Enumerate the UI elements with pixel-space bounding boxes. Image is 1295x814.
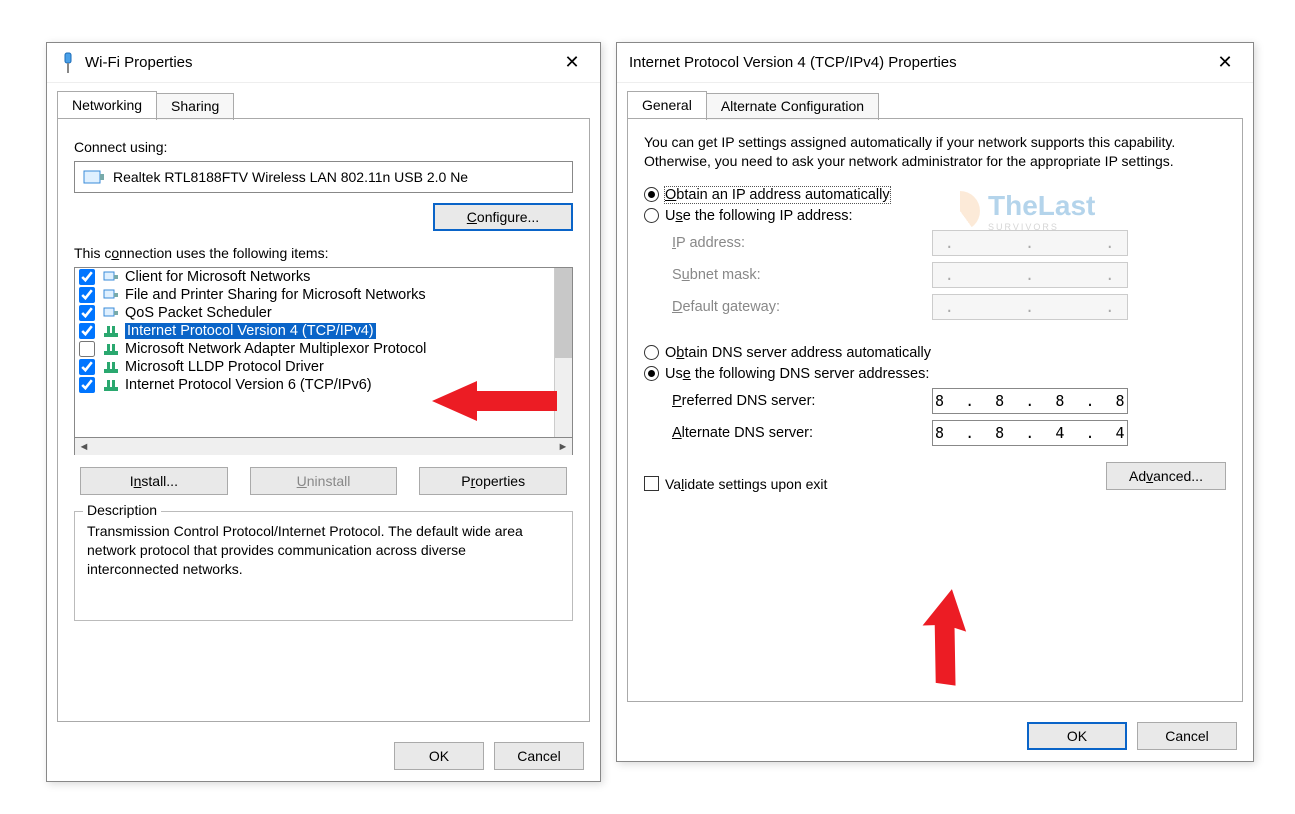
- list-item-label: Microsoft LLDP Protocol Driver: [125, 359, 324, 375]
- radio-ip-manual[interactable]: [644, 208, 659, 223]
- ip-address-input: [932, 230, 1128, 256]
- list-item-checkbox[interactable]: [79, 269, 95, 285]
- subnet-input: [932, 262, 1128, 288]
- close-button[interactable]: ✕: [1205, 52, 1245, 73]
- description-text: Transmission Control Protocol/Internet P…: [87, 522, 560, 579]
- validate-checkbox[interactable]: [644, 476, 659, 491]
- radio-ip-auto-label: Obtain an IP address automatically: [665, 187, 890, 203]
- radio-dns-manual-label: Use the following DNS server addresses:: [665, 366, 929, 382]
- wifi-tabs: Networking Sharing: [57, 91, 600, 118]
- gateway-label: Default gateway:: [672, 299, 932, 315]
- gateway-input: [932, 294, 1128, 320]
- list-item-label: QoS Packet Scheduler: [125, 305, 272, 321]
- tab-networking[interactable]: Networking: [57, 91, 157, 118]
- tab-general[interactable]: General: [627, 91, 707, 118]
- list-item-checkbox[interactable]: [79, 341, 95, 357]
- scroll-right-icon[interactable]: ►: [554, 438, 572, 456]
- radio-dns-manual[interactable]: [644, 366, 659, 381]
- nic-icon: [83, 168, 105, 186]
- radio-ip-auto[interactable]: [644, 187, 659, 202]
- wifi-properties-dialog: Wi-Fi Properties ✕ Networking Sharing Co…: [46, 42, 601, 782]
- list-item-checkbox[interactable]: [79, 305, 95, 321]
- subnet-label: Subnet mask:: [672, 267, 932, 283]
- list-item-checkbox[interactable]: [79, 287, 95, 303]
- ok-button[interactable]: OK: [394, 742, 484, 770]
- protocol-icon: [103, 378, 119, 392]
- list-item[interactable]: Internet Protocol Version 4 (TCP/IPv4): [75, 322, 554, 340]
- protocol-listbox[interactable]: Client for Microsoft Networks File and Pr…: [74, 267, 573, 455]
- list-item[interactable]: Microsoft Network Adapter Multiplexor Pr…: [75, 340, 554, 358]
- protocol-icon: [103, 324, 119, 338]
- connect-using-label: Connect using:: [74, 139, 573, 155]
- radio-dns-auto[interactable]: [644, 345, 659, 360]
- alt-dns-label: Alternate DNS server:: [672, 425, 932, 441]
- horizontal-scrollbar[interactable]: ◄ ►: [75, 437, 572, 455]
- ok-button[interactable]: OK: [1027, 722, 1127, 750]
- ip-address-label: IP address:: [672, 235, 932, 251]
- uninstall-button: Uninstall: [250, 467, 398, 495]
- list-item[interactable]: Internet Protocol Version 6 (TCP/IPv6): [75, 376, 554, 394]
- wifi-title-text: Wi-Fi Properties: [85, 54, 552, 71]
- list-item[interactable]: QoS Packet Scheduler: [75, 304, 554, 322]
- protocol-icon: [103, 342, 119, 356]
- validate-label: Validate settings upon exit: [665, 476, 827, 492]
- service-icon: [103, 288, 119, 302]
- radio-ip-manual-label: Use the following IP address:: [665, 208, 853, 224]
- ipv4-properties-dialog: Internet Protocol Version 4 (TCP/IPv4) P…: [616, 42, 1254, 762]
- service-icon: [103, 306, 119, 320]
- adapter-field[interactable]: Realtek RTL8188FTV Wireless LAN 802.11n …: [74, 161, 573, 193]
- pref-dns-input[interactable]: [932, 388, 1128, 414]
- adapter-name: Realtek RTL8188FTV Wireless LAN 802.11n …: [113, 169, 468, 185]
- wifi-icon: [59, 51, 77, 75]
- list-item-label: Microsoft Network Adapter Multiplexor Pr…: [125, 341, 426, 357]
- radio-dns-auto-label: Obtain DNS server address automatically: [665, 345, 931, 361]
- ipv4-intro: You can get IP settings assigned automat…: [644, 133, 1226, 171]
- list-item[interactable]: Microsoft LLDP Protocol Driver: [75, 358, 554, 376]
- protocol-icon: [103, 360, 119, 374]
- install-button[interactable]: Install...: [80, 467, 228, 495]
- list-item-checkbox[interactable]: [79, 359, 95, 375]
- items-label: This connection uses the following items…: [74, 245, 573, 261]
- list-item-label: File and Printer Sharing for Microsoft N…: [125, 287, 426, 303]
- list-item-checkbox[interactable]: [79, 323, 95, 339]
- cancel-button[interactable]: Cancel: [1137, 722, 1237, 750]
- list-item-label: Internet Protocol Version 4 (TCP/IPv4): [125, 323, 376, 339]
- description-legend: Description: [83, 502, 161, 518]
- advanced-button[interactable]: Advanced...: [1106, 462, 1226, 490]
- scroll-left-icon[interactable]: ◄: [75, 438, 93, 456]
- alt-dns-input[interactable]: [932, 420, 1128, 446]
- list-item[interactable]: File and Printer Sharing for Microsoft N…: [75, 286, 554, 304]
- ipv4-tab-body: You can get IP settings assigned automat…: [627, 118, 1243, 702]
- properties-button[interactable]: Properties: [419, 467, 567, 495]
- close-button[interactable]: ✕: [552, 52, 592, 73]
- tab-alt-config[interactable]: Alternate Configuration: [706, 93, 879, 120]
- ipv4-title-bar: Internet Protocol Version 4 (TCP/IPv4) P…: [617, 43, 1253, 83]
- ipv4-tabs: General Alternate Configuration: [627, 91, 1253, 118]
- wifi-title-bar: Wi-Fi Properties ✕: [47, 43, 600, 83]
- ipv4-title-text: Internet Protocol Version 4 (TCP/IPv4) P…: [629, 54, 1205, 71]
- wifi-tab-body: Connect using: Realtek RTL8188FTV Wirele…: [57, 118, 590, 722]
- list-item-label: Client for Microsoft Networks: [125, 269, 310, 285]
- cancel-button[interactable]: Cancel: [494, 742, 584, 770]
- list-item-checkbox[interactable]: [79, 377, 95, 393]
- pref-dns-label: Preferred DNS server:: [672, 393, 932, 409]
- vertical-scrollbar[interactable]: [554, 268, 572, 437]
- service-icon: [103, 270, 119, 284]
- list-item[interactable]: Client for Microsoft Networks: [75, 268, 554, 286]
- list-item-label: Internet Protocol Version 6 (TCP/IPv6): [125, 377, 372, 393]
- tab-sharing[interactable]: Sharing: [156, 93, 234, 120]
- configure-button[interactable]: Configure...: [433, 203, 573, 231]
